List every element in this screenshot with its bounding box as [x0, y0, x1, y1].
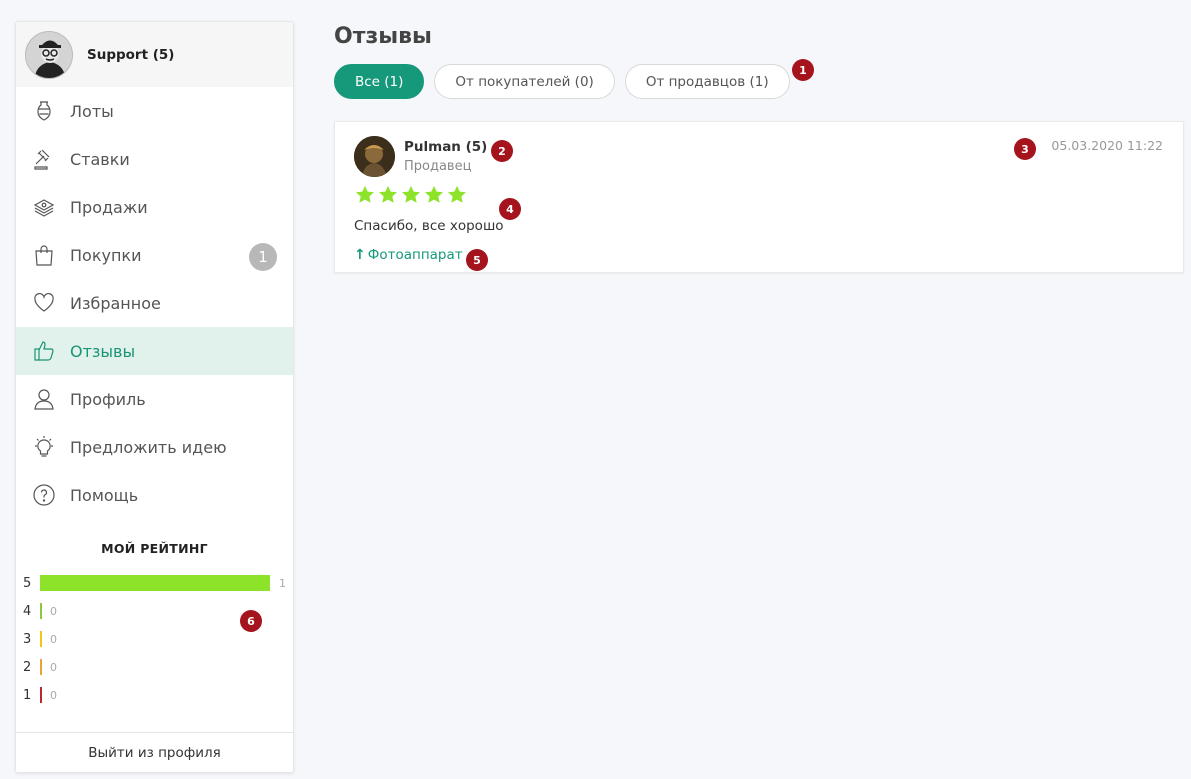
- user-icon: [32, 387, 56, 411]
- sidebar-menu: Лоты Ставки Продажи Покупки 1 Избранное …: [16, 87, 293, 519]
- help-circle-icon: [32, 483, 56, 507]
- sidebar-item-favorites[interactable]: Избранное: [16, 279, 293, 327]
- tab-all[interactable]: Все (1): [334, 64, 425, 99]
- logout-button[interactable]: Выйти из профиля: [16, 732, 293, 772]
- user-header[interactable]: Support (5): [16, 22, 293, 87]
- rating-row-2: 2 0: [16, 653, 293, 681]
- review-lot-link-label: Фотоаппарат: [367, 247, 463, 263]
- rating-stars-label: 4: [23, 603, 32, 619]
- rating-row-1: 1 0: [16, 681, 293, 709]
- rating-stars-label: 5: [23, 575, 32, 591]
- rating-row-5: 5 1: [16, 569, 293, 597]
- sidebar-item-bids[interactable]: Ставки: [16, 135, 293, 183]
- review-card: Pulman (5) Продавец 05.03.2020 11:22 Спа…: [334, 121, 1184, 273]
- vase-icon: [32, 99, 56, 123]
- sidebar-item-help[interactable]: Помощь: [16, 471, 293, 519]
- sidebar-item-lots[interactable]: Лоты: [16, 87, 293, 135]
- reviewer-avatar[interactable]: [354, 136, 395, 177]
- annotation-marker-6: 6: [240, 610, 262, 632]
- rating-stars-label: 2: [23, 659, 32, 675]
- rating-stars-label: 3: [23, 631, 32, 647]
- rating-bar: [40, 687, 42, 703]
- annotation-marker-3: 3: [1014, 138, 1036, 160]
- tab-from-sellers[interactable]: От продавцов (1): [624, 64, 790, 99]
- sidebar-item-label: Покупки: [70, 245, 142, 265]
- annotation-marker-4: 4: [499, 198, 521, 220]
- page-title: Отзывы: [334, 24, 432, 49]
- sidebar-item-reviews[interactable]: Отзывы: [16, 327, 293, 375]
- star-icon: [379, 185, 397, 203]
- sidebar-item-suggest-idea[interactable]: Предложить идею: [16, 423, 293, 471]
- review-text: Спасибо, все хорошо: [354, 218, 504, 234]
- rating-breakdown: 5 1 4 0 3 0 2 0 1 0: [16, 569, 293, 709]
- reviewer-role: Продавец: [404, 159, 472, 174]
- sidebar-item-purchases[interactable]: Покупки 1: [16, 231, 293, 279]
- purchases-count-badge: 1: [249, 243, 277, 271]
- sidebar-item-label: Избранное: [70, 293, 161, 313]
- star-icon: [402, 185, 420, 203]
- thumbs-up-icon: [32, 339, 56, 363]
- shopping-bag-icon: [32, 243, 56, 267]
- rating-count: 0: [50, 688, 57, 702]
- star-icon: [448, 185, 466, 203]
- rating-title: МОЙ РЕЙТИНГ: [101, 541, 208, 556]
- rating-bar: [40, 659, 42, 675]
- arrow-up-icon: ↑: [354, 247, 366, 263]
- rating-bar: [40, 631, 42, 647]
- rating-count: 1: [279, 576, 286, 590]
- review-date: 05.03.2020 11:22: [1051, 138, 1163, 153]
- lightbulb-icon: [32, 435, 56, 459]
- review-filter-tabs: Все (1) От покупателей (0) От продавцов …: [334, 64, 790, 99]
- sidebar-item-sales[interactable]: Продажи: [16, 183, 293, 231]
- rating-count: 0: [50, 604, 57, 618]
- sidebar-item-label: Продажи: [70, 197, 148, 217]
- money-stack-icon: [32, 195, 56, 219]
- sidebar-item-label: Лоты: [70, 101, 114, 121]
- annotation-marker-2: 2: [491, 140, 513, 162]
- sidebar-item-label: Ставки: [70, 149, 130, 169]
- reviewer-name[interactable]: Pulman (5): [404, 139, 487, 155]
- rating-count: 0: [50, 632, 57, 646]
- reviewer-photo-icon: [354, 136, 395, 177]
- sidebar-item-profile[interactable]: Профиль: [16, 375, 293, 423]
- star-icon: [356, 185, 374, 203]
- annotation-marker-5: 5: [466, 249, 488, 271]
- user-name: Support (5): [87, 46, 175, 63]
- heart-icon: [32, 291, 56, 315]
- sidebar: Support (5) Лоты Ставки Продажи Покупки: [15, 21, 294, 773]
- avatar: [25, 30, 73, 79]
- sidebar-item-label: Помощь: [70, 485, 139, 505]
- rating-bar: [40, 575, 270, 591]
- tab-from-buyers[interactable]: От покупателей (0): [434, 64, 615, 99]
- spy-avatar-icon: [26, 31, 72, 78]
- review-stars: [354, 184, 468, 206]
- rating-stars-label: 1: [23, 687, 32, 703]
- gavel-icon: [32, 147, 56, 171]
- rating-bar: [40, 603, 42, 619]
- sidebar-item-label: Отзывы: [70, 341, 136, 361]
- annotation-marker-1: 1: [792, 59, 814, 81]
- sidebar-item-label: Предложить идею: [70, 437, 227, 457]
- sidebar-item-label: Профиль: [70, 389, 146, 409]
- review-lot-link[interactable]: ↑ Фотоаппарат: [354, 247, 463, 263]
- star-icon: [425, 185, 443, 203]
- rating-count: 0: [50, 660, 57, 674]
